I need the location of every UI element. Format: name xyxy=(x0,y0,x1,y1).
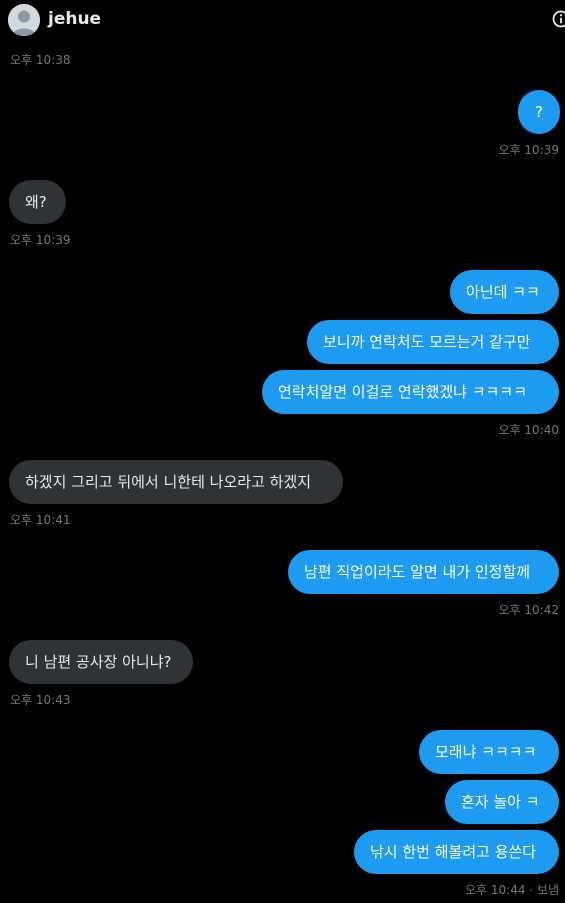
outgoing-message[interactable]: 아닌데 ㅋㅋ xyxy=(450,270,559,314)
default-avatar-icon xyxy=(8,4,40,36)
incoming-message[interactable]: 니 남편 공사장 아니냐? xyxy=(9,640,193,684)
avatar[interactable] xyxy=(8,4,40,36)
incoming-message[interactable]: 하겠지 그리고 뒤에서 니한테 나오라고 하겠지 xyxy=(9,460,343,504)
outgoing-message[interactable]: 연락처알면 이걸로 연락했겠냐 ㅋㅋㅋㅋ xyxy=(262,370,559,414)
outgoing-message[interactable]: 남편 직업이라도 알면 내가 인정할께 xyxy=(288,550,559,594)
message-timestamp: 오후 10:41 xyxy=(10,513,71,527)
info-icon[interactable] xyxy=(552,10,565,28)
message-timestamp: 오후 10:39 xyxy=(498,143,559,157)
message-timestamp: 오후 10:39 xyxy=(10,233,71,247)
outgoing-message[interactable]: 보니까 연락처도 모르는거 같구만 xyxy=(307,320,559,364)
message-timestamp: 오후 10:43 xyxy=(10,693,71,707)
outgoing-message[interactable]: 모래냐 ㅋㅋㅋㅋ xyxy=(419,730,559,774)
conversation-username[interactable]: jehue xyxy=(48,9,101,29)
outgoing-message[interactable]: 낚시 한번 해볼려고 용쓴다 xyxy=(354,830,559,874)
incoming-message[interactable]: 왜? xyxy=(9,180,66,224)
message-timestamp: 오후 10:38 xyxy=(10,53,71,67)
message-timestamp: 오후 10:42 xyxy=(498,603,559,617)
outgoing-message[interactable]: 혼자 놀아 ㅋ xyxy=(445,780,559,824)
outgoing-message[interactable]: ? xyxy=(518,90,560,134)
conversation-header: jehue xyxy=(0,0,565,44)
message-timestamp: 오후 10:44 · 보냄 xyxy=(464,883,559,897)
message-timestamp: 오후 10:40 xyxy=(498,423,559,437)
